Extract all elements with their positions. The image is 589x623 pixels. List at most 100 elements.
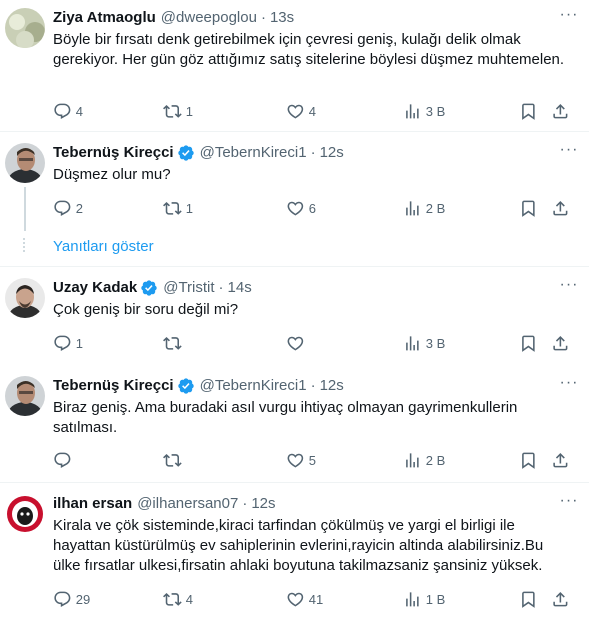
- author-name[interactable]: Ziya Atmaoglu: [53, 8, 156, 28]
- avatar[interactable]: [5, 494, 45, 534]
- view-count: 2 B: [425, 200, 446, 216]
- retweet-button[interactable]: 4: [163, 589, 193, 609]
- author-name[interactable]: Uzay Kadak: [53, 278, 137, 298]
- timestamp[interactable]: 14s: [228, 278, 252, 298]
- thread-dots: [23, 238, 25, 254]
- views-button[interactable]: 1 B: [403, 589, 445, 609]
- share-button[interactable]: [551, 333, 570, 353]
- timestamp[interactable]: 12s: [320, 376, 344, 396]
- show-replies-link[interactable]: Yanıtları göster: [53, 237, 154, 257]
- like-button[interactable]: 5: [286, 450, 316, 470]
- action-bar: 5 2 B: [53, 450, 577, 470]
- tweet-3[interactable]: Uzay Kadak @Tristit · 14s ··· Çok geniş …: [0, 277, 589, 358]
- tweet-5[interactable]: ilhan ersan @ilhanersan07 · 12s ··· Kira…: [0, 493, 589, 616]
- view-count: 1 B: [425, 591, 446, 607]
- verified-badge-icon[interactable]: [177, 144, 195, 162]
- author-handle[interactable]: @Tristit: [163, 278, 214, 298]
- share-button[interactable]: [551, 198, 570, 218]
- bookmark-icon: [519, 102, 538, 121]
- views-button[interactable]: 2 B: [403, 450, 445, 470]
- like-button[interactable]: [286, 333, 309, 353]
- avatar[interactable]: [5, 8, 45, 48]
- more-options-icon[interactable]: ···: [559, 375, 579, 396]
- views-button[interactable]: 3 B: [403, 101, 445, 121]
- timestamp[interactable]: 12s: [251, 494, 275, 514]
- retweet-button[interactable]: [163, 450, 186, 470]
- share-button[interactable]: [551, 101, 570, 121]
- view-count: 2 B: [425, 452, 446, 468]
- separator-dot: ·: [310, 144, 316, 161]
- views-button[interactable]: 3 B: [403, 333, 445, 353]
- like-button[interactable]: 6: [286, 198, 316, 218]
- author-handle[interactable]: @dweepoglou: [161, 8, 257, 28]
- author-name[interactable]: ilhan ersan: [53, 494, 132, 514]
- views-button[interactable]: 2 B: [403, 198, 445, 218]
- share-icon: [551, 199, 570, 218]
- timestamp[interactable]: 13s: [270, 8, 294, 28]
- more-options-icon[interactable]: ···: [559, 277, 579, 298]
- reply-button[interactable]: 4: [53, 101, 83, 121]
- heart-icon: [286, 102, 305, 121]
- separator-dot: ·: [310, 377, 316, 394]
- tweet-1[interactable]: Ziya Atmaoglu @dweepoglou · 13s ··· Böyl…: [0, 7, 589, 121]
- retweet-count: 1: [185, 200, 193, 216]
- avatar[interactable]: [5, 278, 45, 318]
- retweet-button[interactable]: [163, 333, 186, 353]
- bookmark-button[interactable]: [519, 101, 538, 121]
- tweet-2[interactable]: Tebernüş Kireçci @TebernKireci1 · 12s ··…: [0, 142, 589, 231]
- bookmark-button[interactable]: [519, 333, 538, 353]
- separator-dot: ·: [218, 279, 224, 296]
- verified-badge-icon[interactable]: [140, 279, 158, 297]
- reply-icon: [53, 334, 72, 353]
- reply-button[interactable]: [53, 450, 76, 470]
- views-icon: [403, 199, 422, 218]
- reply-count: 1: [75, 335, 83, 351]
- reply-button[interactable]: 29: [53, 589, 90, 609]
- divider: [0, 131, 589, 132]
- bookmark-button[interactable]: [519, 198, 538, 218]
- author-handle[interactable]: @ilhanersan07: [137, 494, 238, 514]
- reply-count: 29: [75, 591, 91, 607]
- reply-count: 2: [75, 200, 83, 216]
- author-name[interactable]: Tebernüş Kireçci: [53, 143, 174, 163]
- share-icon: [551, 334, 570, 353]
- more-options-icon[interactable]: ···: [559, 493, 579, 514]
- share-icon: [551, 102, 570, 121]
- tweet-text: Böyle bir fırsatı denk getirebilmek için…: [53, 31, 565, 68]
- bookmark-icon: [519, 451, 538, 470]
- retweet-icon: [163, 102, 182, 121]
- share-icon: [551, 590, 570, 609]
- reply-button[interactable]: 2: [53, 198, 83, 218]
- views-icon: [403, 334, 422, 353]
- author-name[interactable]: Tebernüş Kireçci: [53, 376, 174, 396]
- bookmark-icon: [519, 199, 538, 218]
- author-handle[interactable]: @TebernKireci1: [200, 143, 307, 163]
- more-options-icon[interactable]: ···: [559, 7, 579, 28]
- like-button[interactable]: 4: [286, 101, 316, 121]
- avatar[interactable]: [5, 143, 45, 183]
- reply-icon: [53, 451, 72, 470]
- heart-icon: [286, 451, 305, 470]
- retweet-button[interactable]: 1: [163, 101, 193, 121]
- like-button[interactable]: 41: [286, 589, 323, 609]
- tweet-text: Düşmez olur mu?: [53, 166, 171, 183]
- bookmark-button[interactable]: [519, 589, 538, 609]
- like-count: 41: [308, 591, 324, 607]
- more-options-icon[interactable]: ···: [559, 142, 579, 163]
- bookmark-button[interactable]: [519, 450, 538, 470]
- share-button[interactable]: [551, 450, 570, 470]
- bookmark-icon: [519, 334, 538, 353]
- bookmark-icon: [519, 590, 538, 609]
- author-handle[interactable]: @TebernKireci1: [200, 376, 307, 396]
- timestamp[interactable]: 12s: [320, 143, 344, 163]
- divider: [0, 266, 589, 267]
- retweet-button[interactable]: 1: [163, 198, 193, 218]
- reply-icon: [53, 199, 72, 218]
- share-button[interactable]: [551, 589, 570, 609]
- reply-button[interactable]: 1: [53, 333, 83, 353]
- tweet-4[interactable]: Tebernüş Kireçci @TebernKireci1 · 12s ··…: [0, 375, 589, 476]
- verified-badge-icon[interactable]: [177, 377, 195, 395]
- avatar[interactable]: [5, 376, 45, 416]
- separator-dot: ·: [260, 9, 266, 26]
- separator-dot: ·: [242, 495, 248, 512]
